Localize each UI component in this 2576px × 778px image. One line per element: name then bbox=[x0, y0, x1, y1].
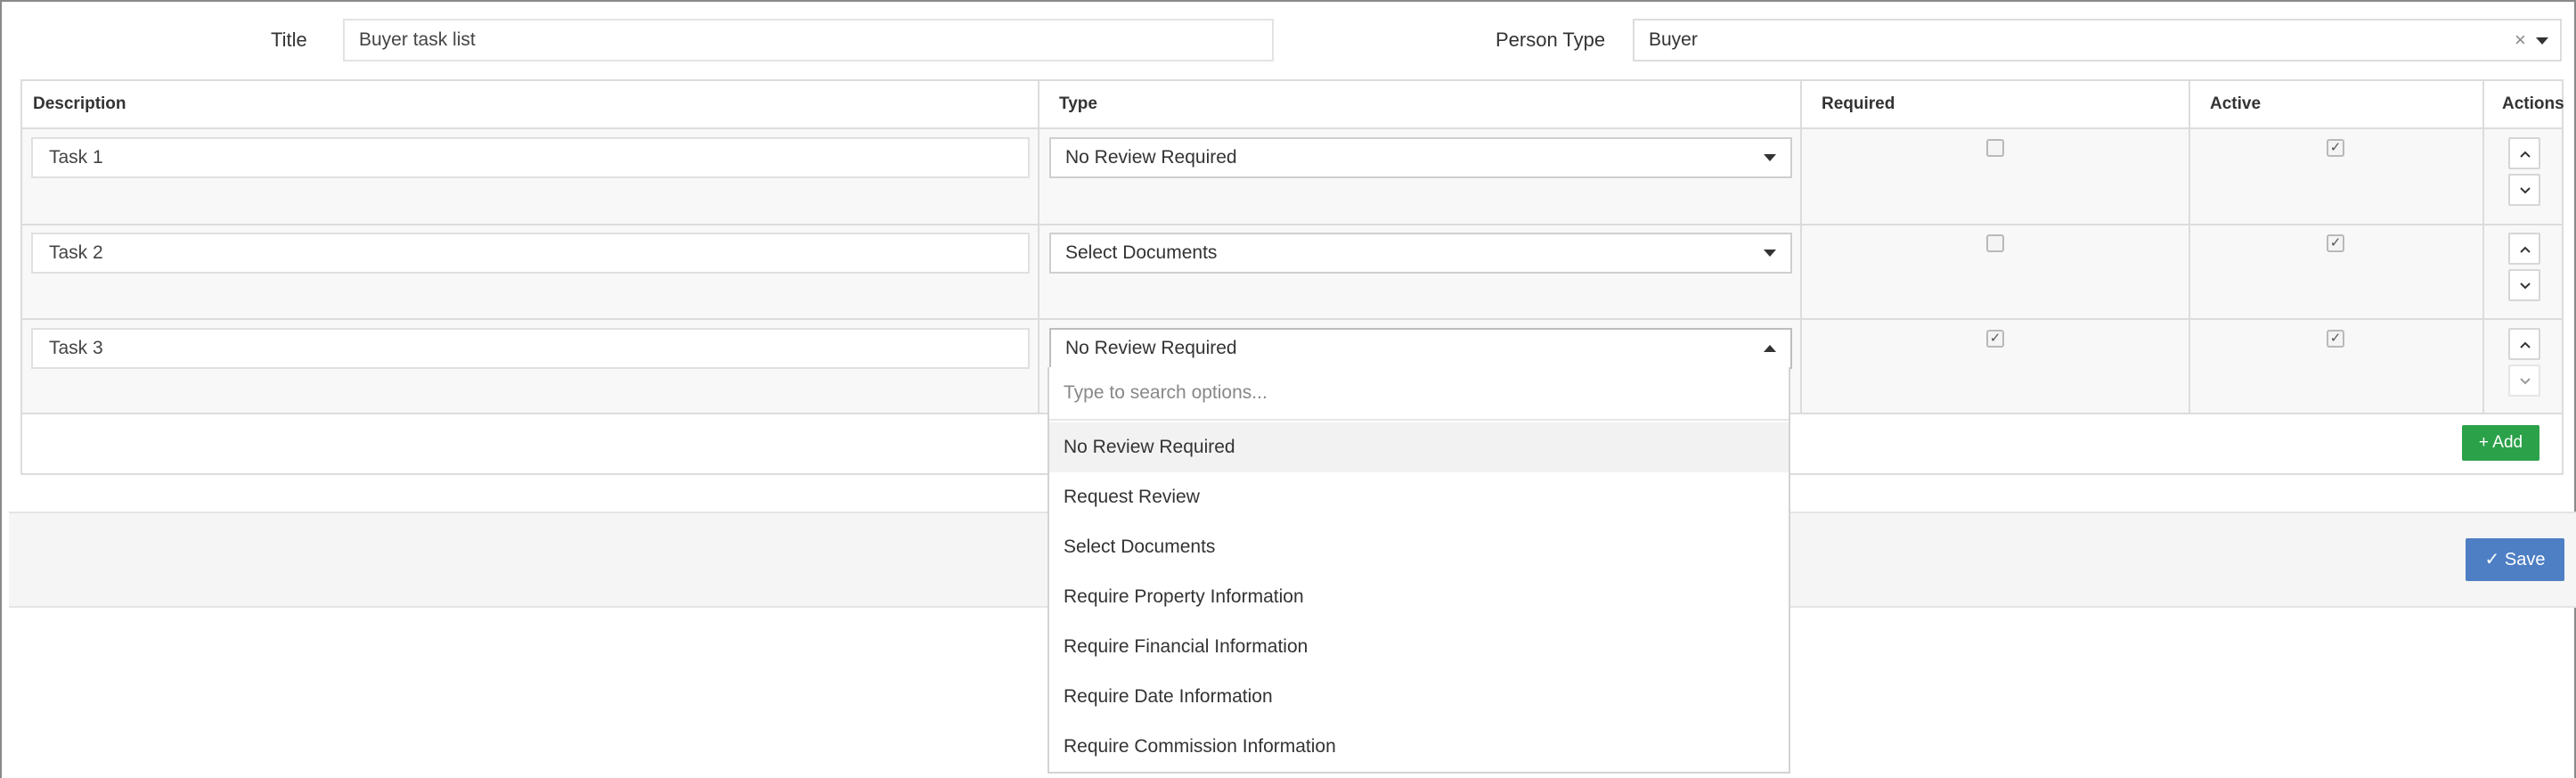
save-button[interactable]: ✓ Save bbox=[2466, 538, 2564, 581]
header-active: Active bbox=[2210, 94, 2262, 113]
person-type-label: Person Type bbox=[1496, 29, 1606, 51]
dropdown-option[interactable]: No Review Required bbox=[1049, 422, 1789, 472]
move-up-button[interactable] bbox=[2508, 233, 2540, 265]
chevron-up-icon bbox=[2520, 151, 2531, 158]
active-checkbox[interactable]: ✓ bbox=[2327, 139, 2344, 157]
dropdown-option[interactable]: Require Date Information bbox=[1049, 672, 1789, 722]
dropdown-option[interactable]: Request Review bbox=[1049, 472, 1789, 522]
divider bbox=[22, 318, 2562, 320]
chevron-down-icon bbox=[2520, 187, 2531, 194]
title-label: Title bbox=[271, 29, 307, 51]
divider bbox=[1038, 81, 1039, 413]
chevron-down-icon bbox=[2520, 378, 2531, 385]
required-checkbox[interactable]: ✓ bbox=[1986, 330, 2004, 348]
move-down-button[interactable] bbox=[2508, 174, 2540, 206]
chevron-up-icon bbox=[2520, 246, 2531, 253]
chevron-down-icon[interactable] bbox=[2536, 37, 2548, 45]
chevron-up-icon bbox=[2520, 341, 2531, 348]
divider bbox=[22, 127, 2562, 129]
person-type-select[interactable]: Buyer × bbox=[1633, 19, 2562, 61]
dropdown-option[interactable]: Require Property Information bbox=[1049, 572, 1789, 622]
task-type-value: No Review Required bbox=[1065, 338, 1237, 358]
chevron-up-icon bbox=[1764, 345, 1776, 352]
header-actions: Actions bbox=[2502, 94, 2564, 113]
header-description: Description bbox=[33, 94, 126, 113]
dropdown-option[interactable]: Select Documents bbox=[1049, 522, 1789, 572]
divider bbox=[2189, 81, 2190, 413]
divider bbox=[1800, 81, 1802, 413]
required-checkbox[interactable] bbox=[1986, 139, 2004, 157]
move-up-button[interactable] bbox=[2508, 137, 2540, 169]
chevron-down-icon bbox=[1764, 154, 1776, 161]
dropdown-search-input[interactable]: Type to search options... bbox=[1049, 367, 1789, 421]
task-type-select[interactable]: No Review Required bbox=[1049, 137, 1792, 178]
title-input[interactable]: Buyer task list bbox=[343, 19, 1274, 61]
type-dropdown-menu: Type to search options... No Review Requ… bbox=[1048, 367, 1790, 774]
save-button-label: Save bbox=[2504, 550, 2546, 569]
task-type-value: Select Documents bbox=[1065, 242, 1218, 263]
required-checkbox[interactable] bbox=[1986, 234, 2004, 252]
task-description-input[interactable]: Task 3 bbox=[31, 328, 1030, 369]
task-type-value: No Review Required bbox=[1065, 147, 1237, 168]
divider bbox=[2482, 81, 2484, 413]
person-type-value: Buyer bbox=[1649, 29, 1698, 50]
active-checkbox[interactable]: ✓ bbox=[2327, 234, 2344, 252]
move-down-button[interactable] bbox=[2508, 269, 2540, 301]
add-button-label: Add bbox=[2492, 433, 2523, 452]
plus-icon: + bbox=[2478, 433, 2490, 452]
check-icon: ✓ bbox=[2484, 550, 2500, 569]
add-task-button[interactable]: + Add bbox=[2462, 425, 2539, 461]
active-checkbox[interactable]: ✓ bbox=[2327, 330, 2344, 348]
header-type: Type bbox=[1059, 94, 1097, 113]
dropdown-option[interactable]: Require Financial Information bbox=[1049, 622, 1789, 672]
chevron-down-icon bbox=[1764, 250, 1776, 257]
move-up-button[interactable] bbox=[2508, 328, 2540, 360]
task-description-input[interactable]: Task 2 bbox=[31, 233, 1030, 274]
clear-icon[interactable]: × bbox=[2515, 20, 2526, 60]
chevron-down-icon bbox=[2520, 283, 2531, 290]
header-required: Required bbox=[1822, 94, 1895, 113]
dropdown-option[interactable]: Require Commission Information bbox=[1049, 722, 1789, 772]
move-down-button[interactable] bbox=[2508, 364, 2540, 397]
task-type-select[interactable]: Select Documents bbox=[1049, 233, 1792, 274]
task-description-input[interactable]: Task 1 bbox=[31, 137, 1030, 178]
divider bbox=[22, 224, 2562, 225]
task-type-select[interactable]: No Review Required bbox=[1049, 328, 1792, 369]
